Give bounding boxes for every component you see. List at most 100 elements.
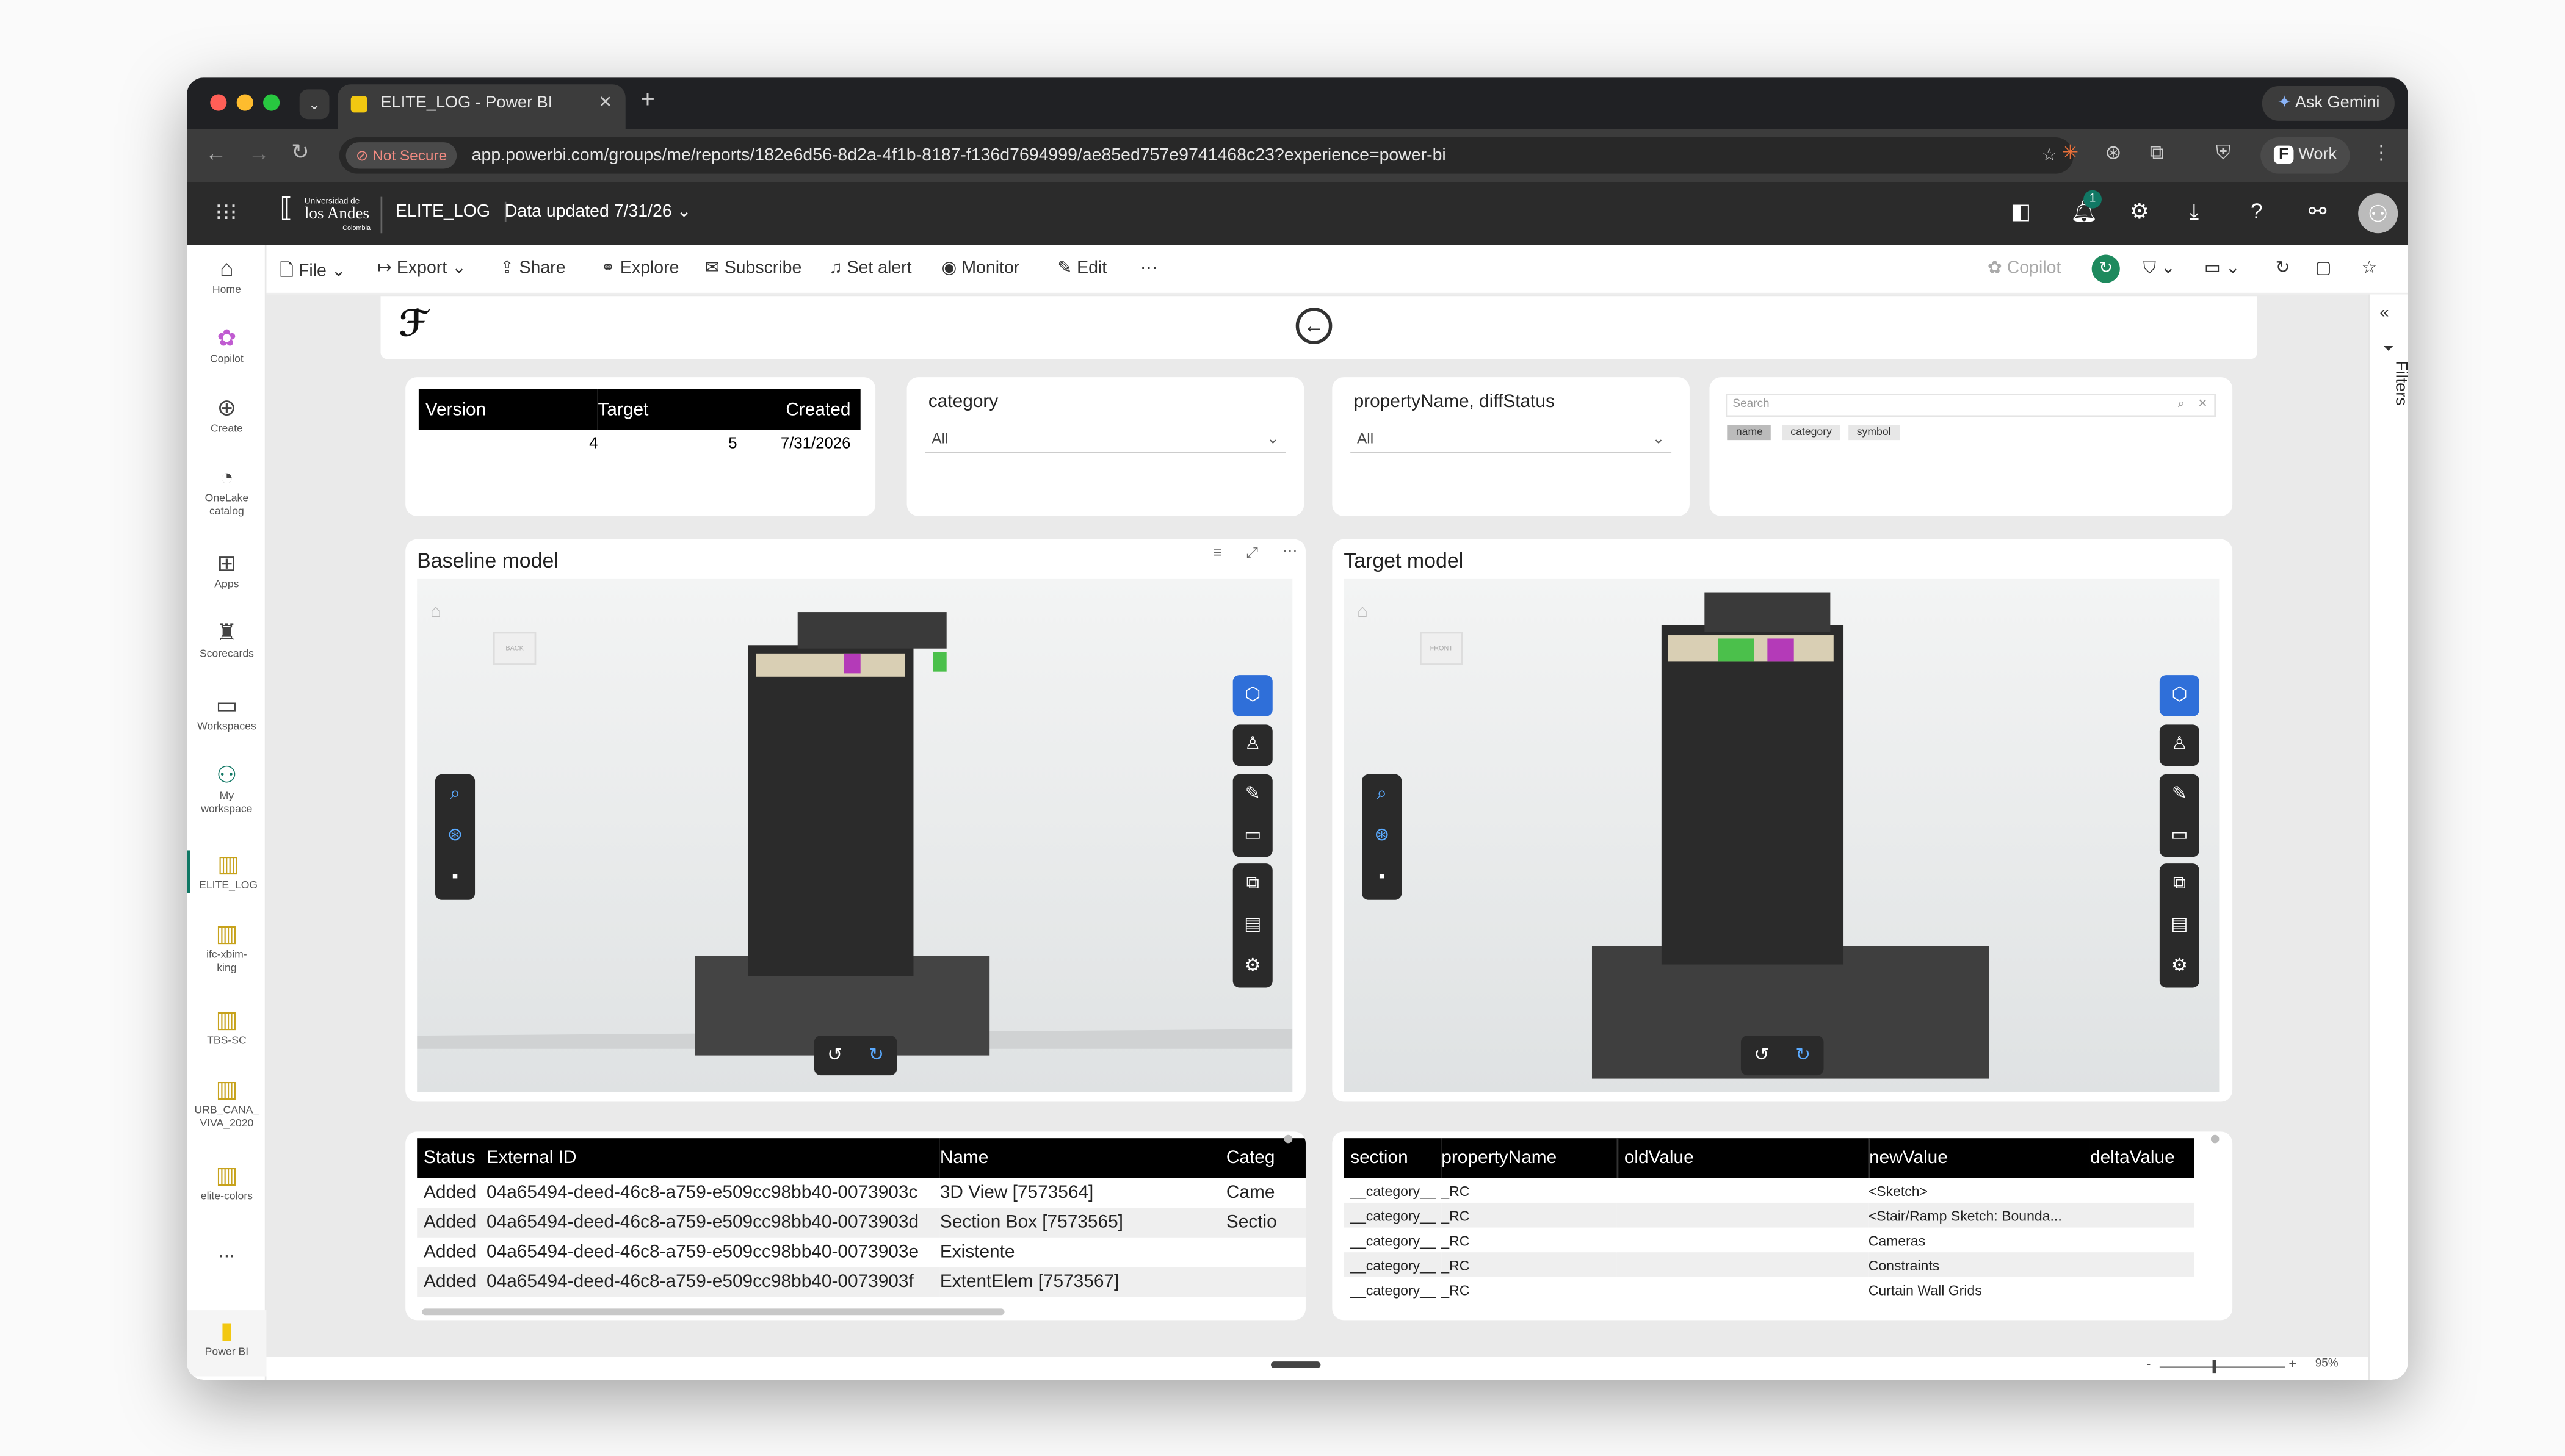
nav-home[interactable]: ⌂ Home xyxy=(187,254,266,297)
vertical-scrollbar[interactable] xyxy=(1284,1134,1293,1144)
nav-copilot[interactable]: ✿ Copilot xyxy=(187,324,266,367)
clear-icon[interactable]: ✕ xyxy=(2198,395,2208,416)
zoom-slider[interactable] xyxy=(2159,1366,2285,1368)
nav-onelake-catalog[interactable]: ◔ OneLake catalog xyxy=(187,463,266,519)
hide-icon[interactable]: ▪ xyxy=(435,857,475,898)
new-tab-icon[interactable]: + xyxy=(640,86,655,114)
viewer-zoom-extents-button[interactable]: ⬡ xyxy=(1232,675,1273,716)
file-menu[interactable]: 🗋︎ File ⌄ xyxy=(280,258,345,288)
column-header[interactable]: Categ xyxy=(1226,1138,1306,1178)
target-3d-viewer[interactable]: ⌂ FRONT ⬡ ♙ ✎ ▭ ⧉ ▤ ⚙ ⌕ ⊛ ▪ ↺ ↻ xyxy=(1344,578,2220,1092)
section-icon[interactable]: ▭ xyxy=(2160,816,2199,857)
app-launcher-icon[interactable]: ⁝⁝⁝ xyxy=(215,198,237,226)
table-row[interactable]: Added 04a65494-deed-46c8-a759-e509cc98bb4… xyxy=(417,1178,1306,1208)
chip-name[interactable]: name xyxy=(1727,425,1771,441)
back-icon[interactable]: ← xyxy=(205,140,226,165)
extensions-puzzle-icon[interactable]: ⧉ xyxy=(2150,140,2164,165)
measure-icon[interactable]: ✎ xyxy=(1233,774,1273,816)
column-header[interactable]: newValue xyxy=(1869,1138,2090,1178)
export-menu[interactable]: ↦ Export ⌄ xyxy=(377,258,466,278)
user-avatar[interactable]: ⚇ xyxy=(2358,193,2398,234)
column-header[interactable]: oldValue xyxy=(1616,1138,1870,1178)
measure-icon[interactable]: ✎ xyxy=(2160,774,2199,816)
not-secure-badge[interactable]: ⊘ Not Secure xyxy=(345,142,457,169)
maximize-window-button[interactable] xyxy=(263,94,280,111)
extension-openai-icon[interactable]: ⊛ xyxy=(2105,140,2121,164)
properties-icon[interactable]: ▤ xyxy=(1233,905,1273,946)
explore-button[interactable]: ⚭ Explore xyxy=(601,258,679,278)
select-icon[interactable]: ⌕ xyxy=(435,774,475,816)
share-button[interactable]: ⇪ Share xyxy=(500,258,566,278)
column-header[interactable]: section xyxy=(1344,1138,1441,1178)
table-row[interactable]: __category__ _RC <Stair/Ramp Sketch: Bound… xyxy=(1344,1202,2194,1228)
ask-gemini-button[interactable]: ✦ Ask Gemini xyxy=(2262,85,2395,121)
monitor-button[interactable]: ◉ Monitor xyxy=(942,258,1020,278)
viewer-walk-button[interactable]: ♙ xyxy=(1232,724,1273,766)
column-header[interactable]: External ID xyxy=(487,1138,940,1178)
select-icon[interactable]: ⌕ xyxy=(1362,774,1402,816)
table-row[interactable]: Added 04a65494-deed-46c8-a759-e509cc98bb4… xyxy=(417,1208,1306,1238)
table-row[interactable]: Added 04a65494-deed-46c8-a759-e509cc98bb4… xyxy=(417,1238,1306,1267)
nav-apps[interactable]: ⊞ Apps xyxy=(187,549,266,592)
omnibox[interactable]: ⊘ Not Secure app.powerbi.com/groups/me/r… xyxy=(339,137,2074,174)
nav-tbs-sc[interactable]: ▥ TBS-SC xyxy=(187,1006,266,1048)
copilot-button[interactable]: ✿ Copilot xyxy=(1988,258,2061,278)
extension-shield-icon[interactable]: ⛨ xyxy=(2216,140,2230,165)
data-updated-dropdown[interactable]: Data updated 7/31/26 ⌄ xyxy=(505,202,692,222)
pan-icon[interactable]: ↻ xyxy=(1782,1036,1824,1077)
table-row[interactable]: __category__ _RC Cameras xyxy=(1344,1228,2194,1253)
chip-symbol[interactable]: symbol xyxy=(1848,425,1900,441)
column-header[interactable]: Target xyxy=(598,389,743,430)
nav-more-button[interactable]: ... xyxy=(187,1241,266,1261)
nav-urb-cana-viva[interactable]: ▥ URB_CANA_ VIVA_2020 xyxy=(187,1075,266,1131)
chip-category[interactable]: category xyxy=(1782,425,1840,441)
zoom-out-button[interactable]: - xyxy=(2146,1357,2151,1371)
properties-icon[interactable]: ▤ xyxy=(2160,905,2199,946)
column-header[interactable]: Created xyxy=(743,389,860,430)
explode-icon[interactable]: ⊛ xyxy=(435,816,475,857)
column-header[interactable]: Status xyxy=(417,1138,487,1178)
focus-mode-icon[interactable]: ⤢ xyxy=(1246,544,1258,563)
filter-icon[interactable]: ≡ xyxy=(1213,544,1221,561)
page-navigator-handle[interactable] xyxy=(1271,1361,1321,1368)
orbit-icon[interactable]: ↺ xyxy=(1741,1036,1782,1077)
expand-filters-icon[interactable]: « xyxy=(2379,305,2389,323)
model-tree-icon[interactable]: ⧉ xyxy=(1233,863,1273,905)
comment-icon[interactable]: ▢ xyxy=(2315,258,2332,278)
viewer-zoom-extents-button[interactable]: ⬡ xyxy=(2159,675,2199,716)
view-menu-icon[interactable]: ▭ ⌄ xyxy=(2204,258,2240,278)
download-icon[interactable]: ⤓ xyxy=(2190,198,2199,225)
nav-elite-log[interactable]: ▥ ELITE_LOG xyxy=(187,850,266,893)
set-alert-button[interactable]: ♫ Set alert xyxy=(829,258,911,278)
close-window-button[interactable] xyxy=(210,94,227,111)
viewer-walk-button[interactable]: ♙ xyxy=(2159,724,2199,766)
orbit-icon[interactable]: ↺ xyxy=(814,1036,856,1077)
nav-powerbi[interactable]: ▮ Power BI xyxy=(187,1310,267,1377)
back-arrow-button[interactable]: ← xyxy=(1295,308,1333,344)
reset-icon[interactable]: ↻ xyxy=(2276,258,2290,278)
forward-icon[interactable]: → xyxy=(248,140,270,165)
subscribe-button[interactable]: ✉ Subscribe xyxy=(705,258,801,278)
help-icon[interactable]: ? xyxy=(2251,198,2263,223)
table-row[interactable]: 4 5 7/31/2026 xyxy=(419,430,861,456)
feedback-icon[interactable]: ⚯ xyxy=(2309,198,2327,225)
horizontal-scrollbar[interactable] xyxy=(422,1308,1005,1316)
column-header[interactable]: Version xyxy=(419,389,598,430)
nav-scorecards[interactable]: ♜ Scorecards xyxy=(187,619,266,661)
zoom-in-button[interactable]: + xyxy=(2288,1357,2296,1371)
explode-icon[interactable]: ⊛ xyxy=(1362,816,1402,857)
table-row[interactable]: __category__ _RC <Sketch> xyxy=(1344,1178,2194,1203)
close-tab-icon[interactable]: ✕ xyxy=(598,84,612,124)
table-row[interactable]: Added 04a65494-deed-46c8-a759-e509cc98bb4… xyxy=(417,1267,1306,1297)
search-input[interactable]: Search ⌕ ✕ xyxy=(1726,394,2216,417)
category-dropdown[interactable]: All ⌄ xyxy=(925,425,1286,453)
settings-gear-icon[interactable]: ⚙ xyxy=(2130,198,2149,225)
filters-pane-collapsed[interactable]: « ⏷ Filters xyxy=(2368,294,2408,1380)
favorite-star-icon[interactable]: ☆ xyxy=(2362,258,2378,278)
nav-workspaces[interactable]: ▭ Workspaces xyxy=(187,691,266,734)
report-name[interactable]: ELITE_LOG xyxy=(396,201,507,222)
hide-icon[interactable]: ▪ xyxy=(1362,857,1402,898)
bookmark-star-icon[interactable]: ☆ xyxy=(2041,137,2057,174)
bookmark-icon[interactable]: ⛉ ⌄ xyxy=(2143,258,2176,279)
nav-create[interactable]: ⊕ Create xyxy=(187,394,266,436)
